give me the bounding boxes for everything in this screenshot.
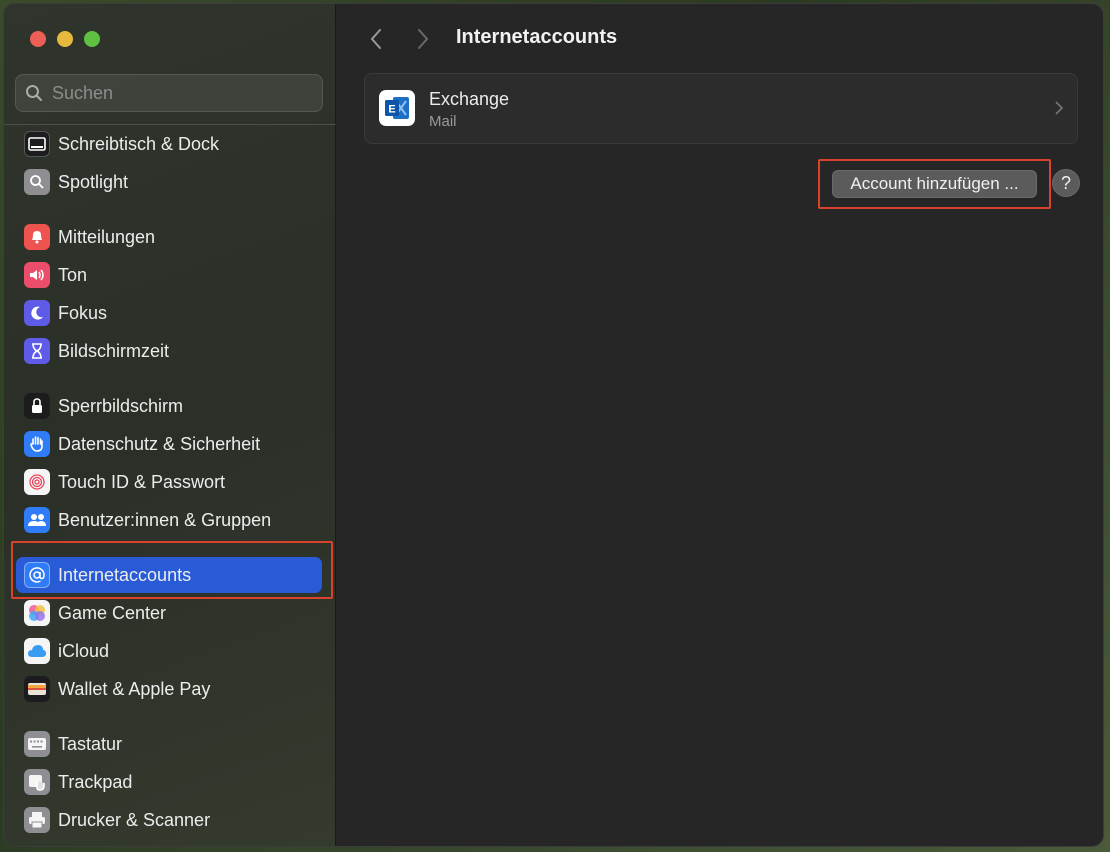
sidebar-item-label: Datenschutz & Sicherheit [58, 433, 261, 454]
sidebar-item-label: Touch ID & Passwort [58, 471, 226, 492]
chevron-right-icon [1055, 101, 1063, 115]
sidebar-item-game-center[interactable]: Game Center [16, 595, 322, 631]
sidebar-item-label: Sperrbildschirm [58, 395, 184, 416]
svg-text:E: E [388, 104, 395, 116]
search-field[interactable] [15, 74, 323, 112]
trackpad-icon [24, 769, 50, 795]
cloud-icon [24, 638, 50, 664]
sidebar-item-spotlight[interactable]: Spotlight [16, 164, 322, 200]
sidebar-item-label: Spotlight [58, 171, 129, 192]
minimize-button[interactable] [57, 31, 73, 47]
account-detail: Mail [429, 113, 457, 130]
sidebar-item-drucker[interactable]: Drucker & Scanner [16, 802, 322, 838]
sidebar-item-schreibtisch-dock[interactable]: Schreibtisch & Dock [16, 126, 322, 162]
sidebar-item-tastatur[interactable]: Tastatur [16, 726, 322, 762]
page-title: Internetaccounts [456, 26, 618, 48]
chevron-right-icon [418, 29, 429, 49]
chevron-left-icon [370, 29, 381, 49]
main-pane: Internetaccounts E Exchange Mail Account… [337, 4, 1103, 846]
settings-window: Schreibtisch & Dock Spotlight Mitteilung… [3, 3, 1104, 847]
moon-icon [24, 300, 50, 326]
account-row-exchange[interactable]: E Exchange Mail [364, 73, 1078, 144]
fingerprint-icon [24, 469, 50, 495]
keyboard-icon [24, 731, 50, 757]
forward-button[interactable] [411, 25, 435, 53]
sidebar-item-label: Game Center [58, 602, 167, 623]
highlight-internetaccounts [11, 541, 333, 599]
sidebar-item-trackpad[interactable]: Trackpad [16, 764, 322, 800]
sidebar-item-label: Wallet & Apple Pay [58, 678, 211, 699]
printer-icon [24, 807, 50, 833]
sidebar-item-label: Tastatur [58, 733, 123, 754]
close-button[interactable] [30, 31, 46, 47]
sidebar: Schreibtisch & Dock Spotlight Mitteilung… [4, 4, 336, 846]
sidebar-item-label: Ton [58, 264, 88, 285]
dock-icon [24, 131, 50, 157]
sidebar-item-label: Bildschirmzeit [58, 340, 170, 361]
window-controls [30, 31, 100, 47]
sidebar-item-wallet[interactable]: Wallet & Apple Pay [16, 671, 322, 707]
back-button[interactable] [364, 25, 388, 53]
sidebar-item-label: Mitteilungen [58, 226, 156, 247]
spotlight-icon [24, 169, 50, 195]
search-input[interactable] [52, 82, 312, 104]
sidebar-item-fokus[interactable]: Fokus [16, 295, 322, 331]
sidebar-item-benutzer[interactable]: Benutzer:innen & Gruppen [16, 502, 322, 538]
hand-icon [24, 431, 50, 457]
wallet-icon [24, 676, 50, 702]
sidebar-item-sperrbildschirm[interactable]: Sperrbildschirm [16, 388, 322, 424]
game-center-icon [24, 600, 50, 626]
exchange-icon: E [379, 90, 415, 126]
help-button[interactable]: ? [1052, 169, 1080, 197]
add-account-button[interactable]: Account hinzufügen ... [832, 170, 1037, 198]
sidebar-item-label: Benutzer:innen & Gruppen [58, 509, 272, 530]
sidebar-item-label: Schreibtisch & Dock [58, 133, 220, 154]
sidebar-item-bildschirmzeit[interactable]: Bildschirmzeit [16, 333, 322, 369]
sidebar-divider [4, 124, 336, 125]
hourglass-icon [24, 338, 50, 364]
sidebar-item-datenschutz[interactable]: Datenschutz & Sicherheit [16, 426, 322, 462]
sidebar-item-label: Drucker & Scanner [58, 809, 211, 830]
sidebar-item-ton[interactable]: Ton [16, 257, 322, 293]
lock-icon [24, 393, 50, 419]
search-icon [26, 85, 42, 101]
users-icon [24, 507, 50, 533]
sidebar-item-mitteilungen[interactable]: Mitteilungen [16, 219, 322, 255]
sidebar-item-touch-id[interactable]: Touch ID & Passwort [16, 464, 322, 500]
speaker-icon [24, 262, 50, 288]
account-name: Exchange [429, 89, 510, 109]
sidebar-item-label: Trackpad [58, 771, 133, 792]
sidebar-item-label: iCloud [58, 640, 110, 661]
sidebar-item-icloud[interactable]: iCloud [16, 633, 322, 669]
zoom-button[interactable] [84, 31, 100, 47]
sidebar-item-label: Fokus [58, 302, 108, 323]
bell-icon [24, 224, 50, 250]
